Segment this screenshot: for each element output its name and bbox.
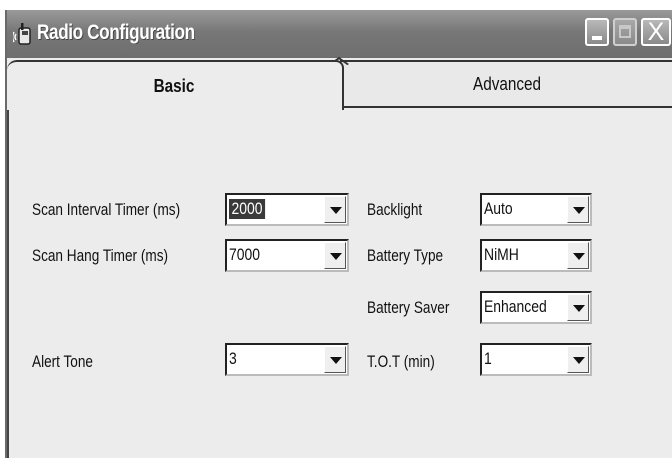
battery-saver-select[interactable]: Enhanced: [480, 291, 592, 324]
scan-interval-timer-select[interactable]: 2000: [225, 193, 349, 226]
tab-basic[interactable]: Basic: [7, 60, 344, 110]
tab-advanced-label: Advanced: [473, 73, 542, 94]
backlight-value: Auto: [484, 199, 513, 218]
maximize-button[interactable]: [613, 18, 637, 46]
panel-border: [7, 108, 9, 458]
chevron-down-icon[interactable]: [324, 346, 346, 373]
scan-hang-timer-value: 7000: [229, 245, 261, 264]
battery-type-select[interactable]: NiMH: [480, 239, 592, 272]
battery-type-value: NiMH: [484, 245, 519, 264]
alert-tone-label: Alert Tone: [32, 352, 93, 371]
chevron-down-icon[interactable]: [567, 242, 589, 269]
scan-interval-timer-value: 2000: [229, 199, 265, 219]
backlight-label: Backlight: [367, 200, 423, 219]
tab-basic-label: Basic: [154, 75, 195, 96]
tot-select[interactable]: 1: [480, 343, 592, 376]
scan-interval-timer-label: Scan Interval Timer (ms): [32, 200, 181, 219]
battery-type-label: Battery Type: [367, 246, 444, 265]
alert-tone-value: 3: [229, 349, 237, 368]
backlight-select[interactable]: Auto: [480, 193, 592, 226]
chevron-down-icon[interactable]: [567, 294, 589, 321]
battery-saver-value: Enhanced: [484, 297, 547, 316]
close-button[interactable]: X: [641, 18, 671, 46]
chevron-down-icon[interactable]: [567, 346, 589, 373]
minimize-button[interactable]: [585, 18, 609, 46]
title-bar[interactable]: Radio Configuration X: [7, 10, 672, 58]
chevron-down-icon[interactable]: [324, 196, 346, 223]
scan-hang-timer-label: Scan Hang Timer (ms): [32, 246, 169, 265]
alert-tone-select[interactable]: 3: [225, 343, 349, 376]
tot-label: T.O.T (min): [367, 352, 435, 371]
battery-saver-label: Battery Saver: [367, 298, 450, 317]
window-title: Radio Configuration: [37, 21, 195, 44]
close-icon: X: [647, 18, 665, 46]
tot-value: 1: [484, 349, 492, 368]
tab-advanced[interactable]: Advanced: [340, 60, 672, 108]
chevron-down-icon[interactable]: [567, 196, 589, 223]
scan-hang-timer-select[interactable]: 7000: [225, 239, 349, 272]
radio-configuration-window: Radio Configuration X Basic Advanced Sca…: [5, 10, 672, 458]
chevron-down-icon[interactable]: [324, 242, 346, 269]
radio-handset-icon: [13, 23, 31, 45]
